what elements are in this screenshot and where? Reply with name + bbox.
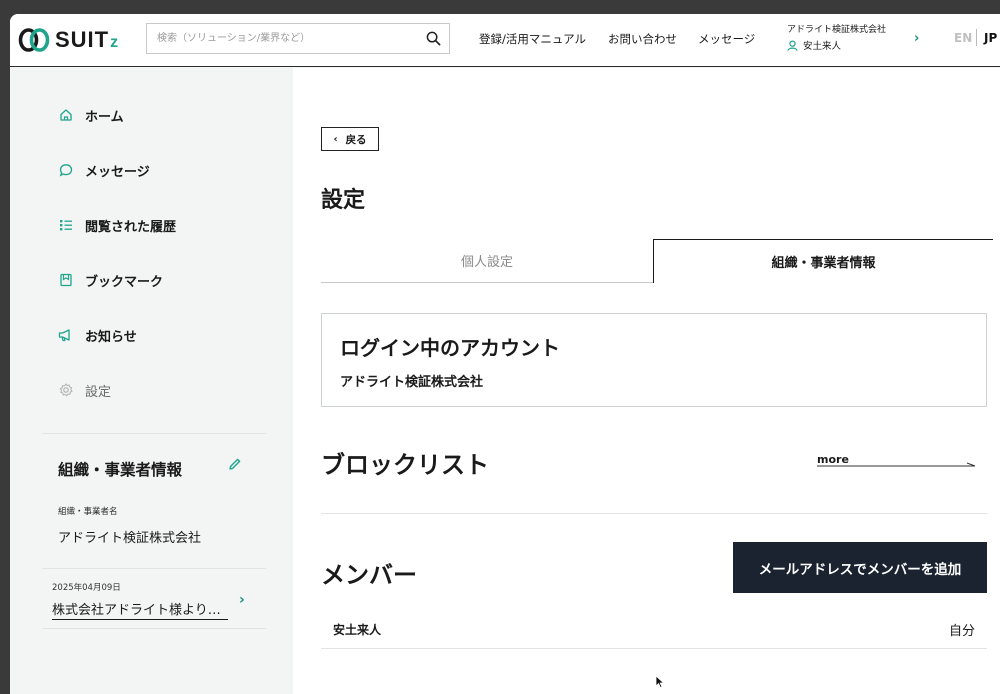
header-company-name: アドライト検証株式会社	[787, 25, 887, 35]
suitz-logo[interactable]: SUITz	[18, 25, 119, 55]
tab-personal-settings[interactable]: 個人設定	[321, 239, 653, 283]
member-row: 安土来人 自分	[321, 608, 987, 649]
lang-divider	[976, 29, 977, 46]
user-icon	[787, 40, 798, 51]
gear-icon	[58, 383, 73, 398]
history-icon	[58, 218, 73, 233]
blocklist-title: ブロックリスト	[321, 451, 489, 479]
sidebar-item-settings[interactable]: 設定	[58, 379, 111, 401]
login-account-value: アドライト検証株式会社	[340, 375, 484, 390]
sidebar-item-label: 閲覧された履歴	[85, 219, 177, 235]
sidebar-item-home[interactable]: ホーム	[58, 104, 124, 126]
sidebar-item-label: 設定	[85, 384, 112, 400]
sidebar-item-label: ホーム	[85, 109, 124, 125]
add-member-by-email-button[interactable]: メールアドレスでメンバーを追加	[733, 542, 987, 593]
lang-jp-button[interactable]: JP	[984, 31, 997, 45]
login-account-title: ログイン中のアカウント	[340, 336, 560, 360]
chevron-right-icon[interactable]: ›	[239, 592, 245, 608]
sidebar: ホーム メッセージ 閲覧された履歴 ブックマーク お知らせ 設定 組織・事業者情…	[10, 68, 293, 694]
sidebar-item-label: お知らせ	[85, 329, 137, 345]
top-header: SUITz 登録/活用マニュアル お問い合わせ メッセージ アドライト検証株式会…	[10, 14, 1000, 67]
header-user: 安土来人	[787, 38, 886, 52]
arrow-right-icon	[817, 462, 976, 467]
blocklist-more-link[interactable]: more	[817, 448, 977, 470]
home-icon	[58, 108, 73, 123]
logo-mark-icon	[18, 28, 50, 52]
member-title: メンバー	[321, 561, 417, 589]
org-name-value: アドライト検証株式会社	[58, 531, 202, 546]
bookmark-icon	[58, 273, 73, 288]
member-role: 自分	[948, 624, 975, 639]
tab-org-info[interactable]: 組織・事業者情報	[653, 239, 993, 283]
notice-link[interactable]: 株式会社アドライト様よりメッセージが届きました	[52, 599, 228, 620]
search-input[interactable]	[157, 24, 417, 53]
app-window: SUITz 登録/活用マニュアル お問い合わせ メッセージ アドライト検証株式会…	[10, 14, 1000, 694]
sidebar-org-title: 組織・事業者情報	[58, 461, 183, 479]
back-button-label: 戻る	[345, 133, 367, 146]
search-box[interactable]	[146, 23, 450, 54]
pencil-icon[interactable]	[228, 457, 242, 471]
sidebar-item-bookmark[interactable]: ブックマーク	[58, 269, 163, 291]
section-divider	[321, 513, 987, 514]
sidebar-item-history[interactable]: 閲覧された履歴	[58, 214, 176, 236]
nav-message-link[interactable]: メッセージ	[698, 31, 755, 47]
sidebar-item-label: メッセージ	[85, 164, 150, 180]
header-user-name: 安土来人	[803, 41, 842, 52]
main-content: ‹ 戻る 設定 個人設定 組織・事業者情報 ログイン中のアカウント アドライト検…	[293, 68, 1000, 694]
nav-manual-link[interactable]: 登録/活用マニュアル	[479, 31, 586, 47]
sidebar-divider	[42, 433, 266, 434]
logo-text: SUITz	[55, 27, 120, 52]
lang-en-button[interactable]: EN	[954, 31, 972, 45]
org-name-label: 組織・事業者名	[58, 507, 118, 517]
chevron-left-icon: ‹	[333, 133, 338, 145]
back-button[interactable]: ‹ 戻る	[321, 127, 379, 151]
page-title: 設定	[321, 188, 366, 213]
sidebar-item-notice[interactable]: お知らせ	[58, 324, 137, 346]
sidebar-divider	[42, 568, 266, 569]
sidebar-item-label: ブックマーク	[85, 274, 164, 290]
chevron-right-icon[interactable]: ›	[914, 31, 919, 46]
sidebar-divider	[42, 628, 266, 629]
login-account-card: ログイン中のアカウント アドライト検証株式会社	[321, 313, 987, 407]
message-icon	[58, 163, 73, 178]
member-name: 安土来人	[333, 623, 382, 637]
account-menu[interactable]: アドライト検証株式会社 安土来人	[787, 22, 886, 52]
notice-date: 2025年04月09日	[52, 583, 121, 593]
sidebar-item-message[interactable]: メッセージ	[58, 159, 150, 181]
mouse-cursor-icon	[655, 675, 665, 689]
nav-contact-link[interactable]: お問い合わせ	[608, 31, 677, 47]
search-icon[interactable]	[426, 31, 441, 46]
megaphone-icon	[58, 328, 73, 343]
